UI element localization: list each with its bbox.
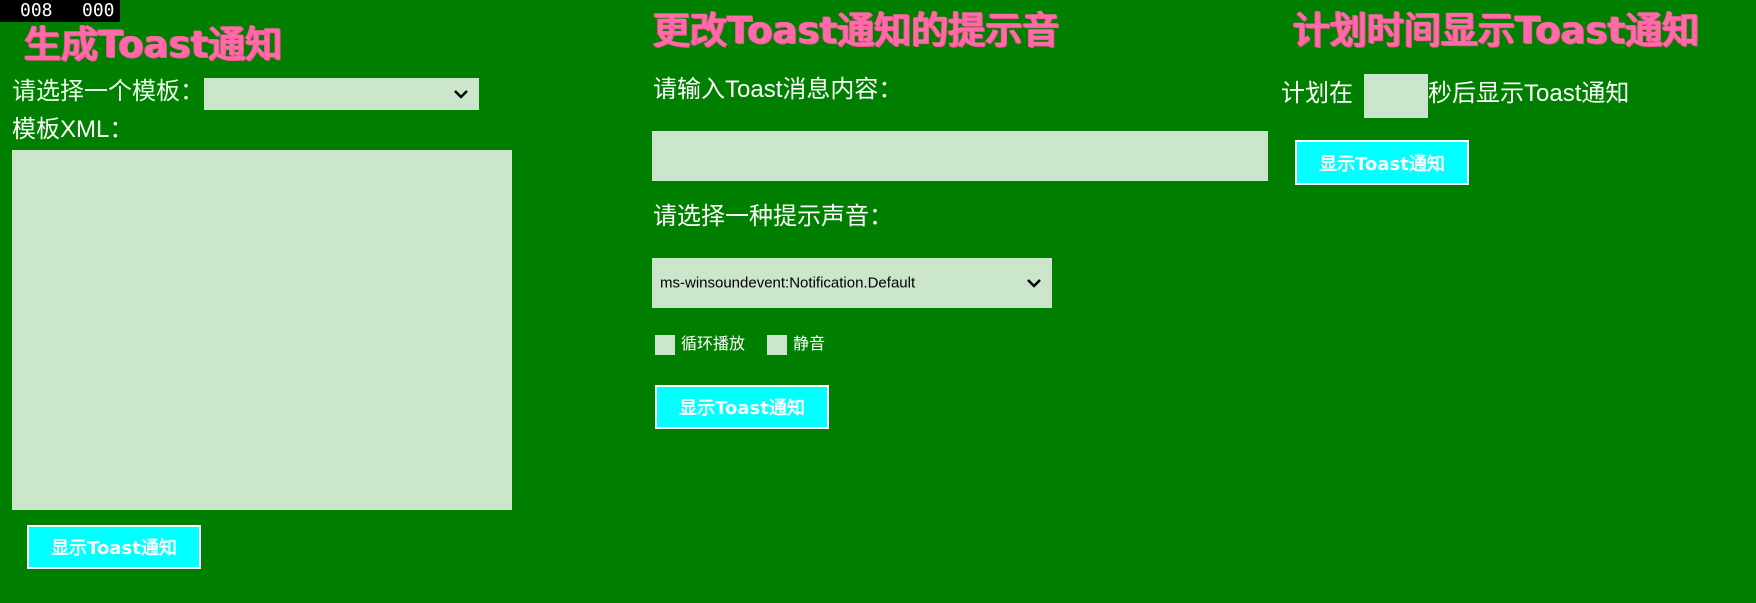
- frame-counter-right: 000: [82, 0, 115, 21]
- loop-label: 循环播放: [681, 336, 746, 353]
- seconds-input[interactable]: [1364, 74, 1428, 118]
- loop-checkbox[interactable]: [655, 335, 675, 355]
- sound-select[interactable]: ms-winsoundevent:Notification.Default: [652, 258, 1052, 308]
- schedule-prefix: 计划在: [1281, 80, 1353, 107]
- message-label: 请输入Toast消息内容：: [653, 76, 903, 103]
- mute-checkbox[interactable]: [767, 335, 787, 355]
- section3-title: 计划时间显示Toast通知: [1293, 9, 1700, 52]
- chevron-down-icon: [1027, 279, 1041, 288]
- chevron-down-icon: [454, 90, 468, 99]
- sound-label: 请选择一种提示声音：: [653, 203, 893, 230]
- show-toast-button-3[interactable]: 显示Toast通知: [1295, 140, 1469, 185]
- template-label: 请选择一个模板：: [12, 78, 204, 105]
- show-toast-button-1[interactable]: 显示Toast通知: [27, 525, 201, 569]
- app-window: 008 000 生成Toast通知 请选择一个模板： 模板XML： 显示Toas…: [0, 0, 1756, 603]
- schedule-suffix: 秒后显示Toast通知: [1428, 80, 1630, 107]
- template-select[interactable]: [204, 78, 479, 110]
- xml-label: 模板XML：: [12, 116, 134, 143]
- frame-counter-left: 008: [20, 0, 53, 21]
- template-xml-textarea[interactable]: [12, 150, 512, 510]
- message-input[interactable]: [652, 131, 1268, 181]
- sound-select-value: ms-winsoundevent:Notification.Default: [660, 274, 916, 292]
- section2-title: 更改Toast通知的提示音: [653, 9, 1060, 52]
- mute-label: 静音: [793, 336, 826, 353]
- frame-counter: 008 000: [0, 0, 120, 22]
- show-toast-button-2[interactable]: 显示Toast通知: [655, 385, 829, 429]
- section1-title: 生成Toast通知: [24, 23, 283, 66]
